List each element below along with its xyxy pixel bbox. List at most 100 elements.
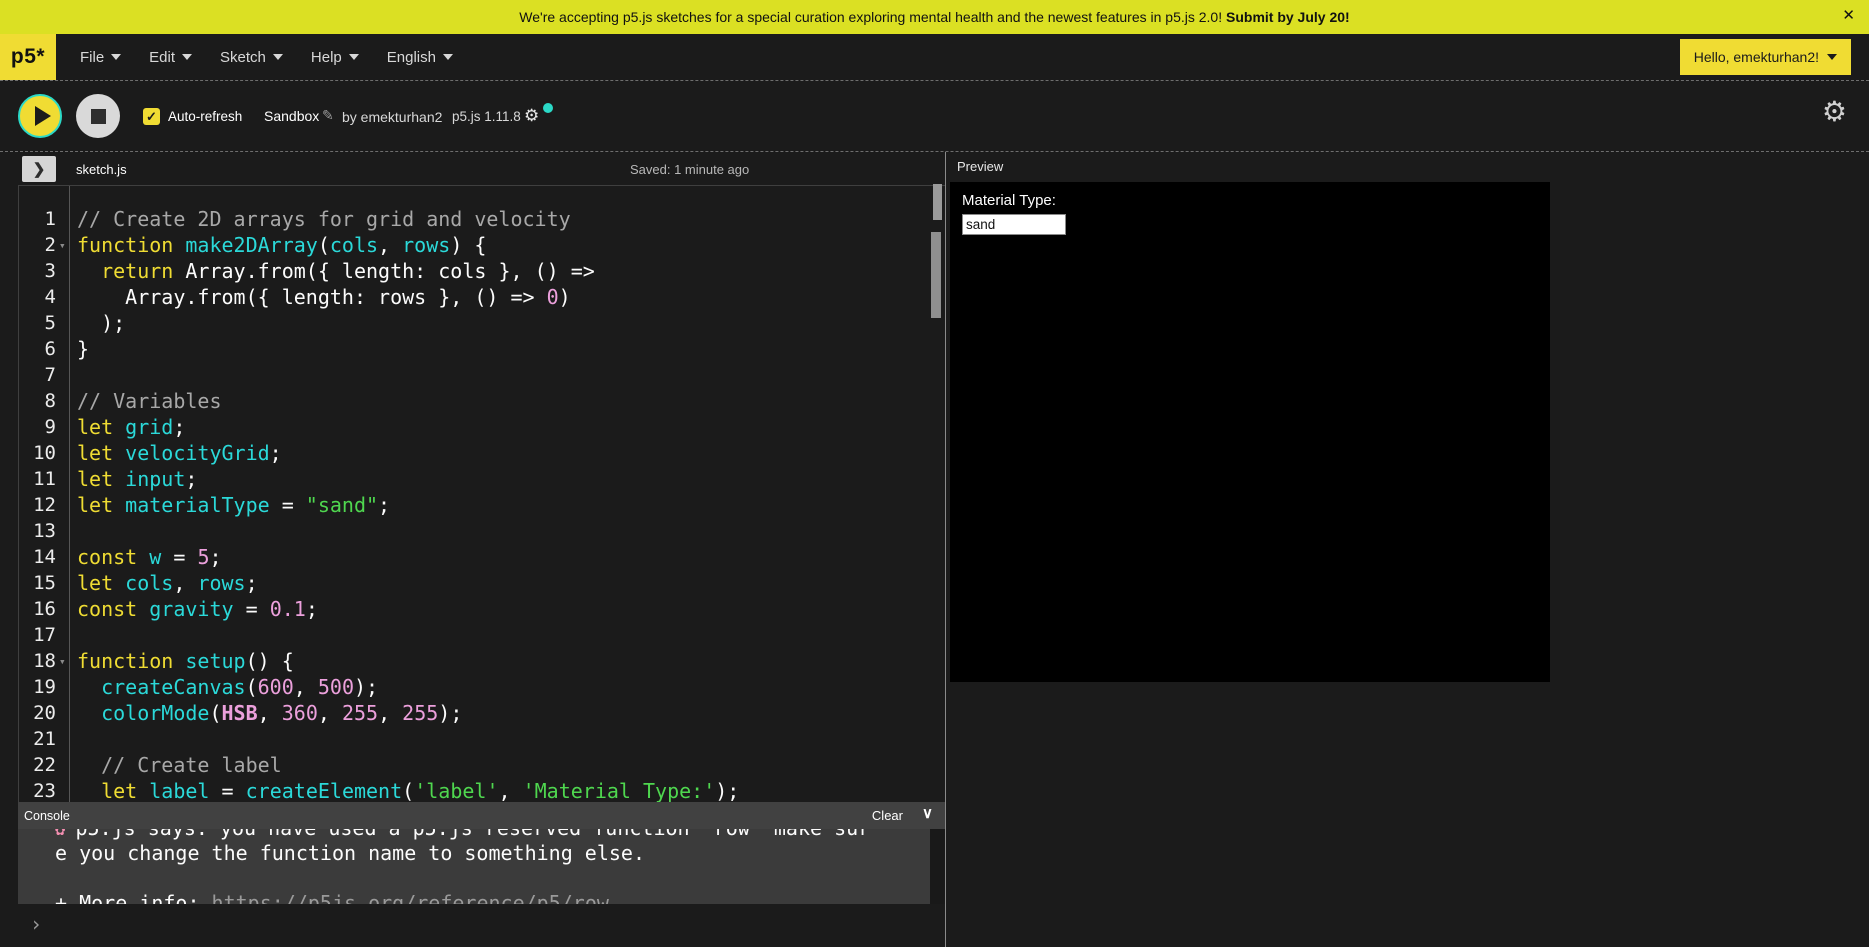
- console-clear-button[interactable]: Clear: [872, 808, 903, 823]
- code-line: 20 colorMode(HSB, 360, 255, 255);: [19, 700, 945, 726]
- menu-sketch[interactable]: Sketch: [206, 41, 297, 74]
- code-line: 1// Create 2D arrays for grid and veloci…: [19, 206, 945, 232]
- line-number: 21: [19, 726, 59, 752]
- fold-arrow-icon[interactable]: ▾: [59, 649, 66, 675]
- auto-refresh-checkbox[interactable]: ✓: [143, 108, 160, 125]
- code-line: 15let cols, rows;: [19, 570, 945, 596]
- close-icon[interactable]: ✕: [1842, 8, 1855, 23]
- console-header: Console Clear ∨: [18, 802, 945, 829]
- check-icon: ✓: [146, 109, 157, 125]
- p5-version[interactable]: p5.js 1.11.8: [452, 109, 521, 124]
- line-number: 10: [19, 440, 59, 466]
- code-line: 10let velocityGrid;: [19, 440, 945, 466]
- code-line: 4 Array.from({ length: rows }, () => 0): [19, 284, 945, 310]
- chevron-down-icon: [273, 54, 283, 60]
- settings-gear-icon[interactable]: ⚙: [1822, 98, 1847, 126]
- line-number: 13: [19, 518, 59, 544]
- menu-help[interactable]: Help: [297, 41, 373, 74]
- line-number: 17: [19, 622, 59, 648]
- line-number: 4: [19, 284, 59, 310]
- code-line: 7: [19, 362, 945, 388]
- line-number: 20: [19, 700, 59, 726]
- console-scrollbar-track: [930, 829, 945, 904]
- menu-english[interactable]: English: [373, 41, 467, 74]
- line-number: 22: [19, 752, 59, 778]
- code-line: 21: [19, 726, 945, 752]
- console-scrollbar[interactable]: [933, 184, 942, 220]
- tab-sketch-js[interactable]: sketch.js: [76, 162, 127, 177]
- console-prompt-icon: ›: [30, 912, 42, 936]
- code-line: 22 // Create label: [19, 752, 945, 778]
- code-line: 9let grid;: [19, 414, 945, 440]
- project-name[interactable]: Sandbox: [264, 108, 319, 124]
- line-number: 15: [19, 570, 59, 596]
- saved-status: Saved: 1 minute ago: [630, 162, 749, 177]
- toolbar: ✓ Auto-refresh Sandbox ✎ by emekturhan2 …: [0, 80, 1869, 151]
- code-line: 17: [19, 622, 945, 648]
- material-type-label: Material Type:: [962, 192, 1056, 209]
- console-output: ✿ p5.js says: you have used a p5.js rese…: [18, 829, 945, 904]
- line-number: 19: [19, 674, 59, 700]
- line-number: 14: [19, 544, 59, 570]
- announcement-cta[interactable]: Submit by July 20!: [1226, 9, 1350, 25]
- auto-refresh-label: Auto-refresh: [168, 109, 242, 124]
- line-number: 6: [19, 336, 59, 362]
- chevron-down-icon: [443, 54, 453, 60]
- version-gear-icon[interactable]: ⚙: [524, 106, 539, 126]
- sidebar-toggle-button[interactable]: ❯: [22, 156, 56, 182]
- code-line: 23 let label = createElement('label', 'M…: [19, 778, 945, 802]
- menu-file[interactable]: File: [66, 41, 135, 74]
- announcement-banner: We're accepting p5.js sketches for a spe…: [0, 0, 1869, 34]
- edit-pencil-icon[interactable]: ✎: [322, 107, 334, 124]
- account-button[interactable]: Hello, emekturhan2!: [1680, 39, 1851, 75]
- stop-button[interactable]: [76, 94, 120, 138]
- console-line: e you change the function name to someth…: [55, 841, 945, 866]
- line-number: 18▾: [19, 648, 59, 674]
- account-label: Hello, emekturhan2!: [1694, 49, 1819, 65]
- line-number: 9: [19, 414, 59, 440]
- line-number: 8: [19, 388, 59, 414]
- stop-icon: [91, 109, 106, 124]
- chevron-down-icon: [182, 54, 192, 60]
- line-number: 5: [19, 310, 59, 336]
- line-number: 12: [19, 492, 59, 518]
- main-area: ❯ sketch.js Saved: 1 minute ago 1// Crea…: [0, 151, 1869, 946]
- line-number: 23: [19, 778, 59, 802]
- editor-header: ❯ sketch.js Saved: 1 minute ago: [18, 156, 945, 184]
- code-line: 19 createCanvas(600, 500);: [19, 674, 945, 700]
- editor-scrollbar[interactable]: [931, 232, 941, 318]
- play-icon: [35, 106, 51, 126]
- p5-logo[interactable]: p5*: [0, 34, 56, 80]
- notification-dot: [543, 103, 553, 113]
- chevron-down-icon: [349, 54, 359, 60]
- code-line: 3 return Array.from({ length: cols }, ()…: [19, 258, 945, 284]
- menubar: p5* FileEditSketchHelpEnglish Hello, eme…: [0, 34, 1869, 80]
- material-type-input[interactable]: [962, 214, 1066, 235]
- code-line: 8// Variables: [19, 388, 945, 414]
- code-line: 13: [19, 518, 945, 544]
- sketch-canvas[interactable]: Material Type:: [950, 182, 1550, 682]
- preview-title: Preview: [957, 159, 1003, 174]
- code-editor[interactable]: 1// Create 2D arrays for grid and veloci…: [18, 185, 945, 802]
- announcement-text: We're accepting p5.js sketches for a spe…: [519, 9, 1349, 25]
- line-number: 7: [19, 362, 59, 388]
- console-line: [55, 866, 945, 891]
- menu-edit[interactable]: Edit: [135, 41, 206, 74]
- console-title: Console: [18, 809, 70, 823]
- console-line: ✿ p5.js says: you have used a p5.js rese…: [55, 829, 945, 841]
- editor-pane: ❯ sketch.js Saved: 1 minute ago 1// Crea…: [18, 152, 945, 947]
- code-line: 18▾function setup() {: [19, 648, 945, 674]
- code-line: 12let materialType = "sand";: [19, 492, 945, 518]
- line-number: 16: [19, 596, 59, 622]
- line-number: 3: [19, 258, 59, 284]
- console-input-row[interactable]: ›: [18, 904, 945, 947]
- project-owner: by emekturhan2: [342, 109, 442, 125]
- console-collapse-icon[interactable]: ∨: [922, 804, 933, 822]
- line-number: 11: [19, 466, 59, 492]
- fold-arrow-icon[interactable]: ▾: [59, 233, 66, 259]
- code-line: 14const w = 5;: [19, 544, 945, 570]
- play-button[interactable]: [18, 94, 62, 138]
- code-line: 11let input;: [19, 466, 945, 492]
- console-lines: ✿ p5.js says: you have used a p5.js rese…: [18, 829, 945, 904]
- console-line: + More info: https://p5js.org/reference/…: [55, 891, 945, 904]
